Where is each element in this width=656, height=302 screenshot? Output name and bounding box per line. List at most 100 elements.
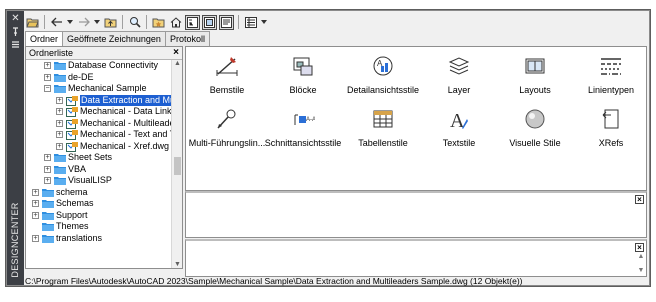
expand-icon[interactable]: + [56, 96, 63, 104]
tree-item[interactable]: + VBA [26, 164, 172, 176]
description-icon[interactable] [219, 14, 234, 30]
tree-item[interactable]: + VisualLISP [26, 175, 172, 187]
preview-icon[interactable] [202, 14, 217, 30]
content-item-label: XRefs [598, 138, 624, 148]
content-item-label: Detailansichtsstile [346, 85, 420, 95]
tree-item-label: VBA [68, 163, 87, 174]
expand-icon[interactable]: + [56, 142, 63, 150]
expand-icon[interactable]: + [32, 200, 39, 207]
tree-item-label: Mechanical - Multileader [80, 117, 172, 128]
content-item[interactable]: Linientypen [570, 54, 652, 110]
pin-icon[interactable] [10, 27, 21, 36]
scroll-up-icon[interactable]: ▲ [172, 60, 183, 67]
back-dropdown-icon[interactable] [66, 15, 74, 30]
tree-item[interactable]: + Mechanical - Multileader [26, 118, 172, 130]
detail-view-style-icon: A [371, 54, 395, 78]
folder-icon [42, 222, 54, 231]
expand-icon[interactable]: + [44, 177, 51, 184]
forward-dropdown-icon[interactable] [93, 15, 101, 30]
views-dropdown-icon[interactable] [260, 15, 268, 30]
content-item[interactable]: Multi-Führungslin... [186, 107, 268, 163]
expand-icon[interactable]: + [32, 211, 39, 219]
favorites-icon[interactable] [151, 15, 166, 30]
tree-item-label: Mechanical Sample [68, 83, 147, 93]
tab-ordner[interactable]: Ordner [25, 31, 64, 46]
tab-history[interactable]: Protokoll [164, 31, 210, 46]
blocks-icon [291, 54, 315, 78]
folder-icon [54, 165, 66, 174]
load-icon[interactable] [25, 15, 40, 30]
folder-icon [54, 84, 66, 93]
preview-panel: × [185, 191, 647, 238]
layers-icon [447, 54, 471, 78]
expand-icon[interactable]: + [44, 73, 51, 81]
tree-item[interactable]: + Mechanical - Data Links. [26, 106, 172, 118]
text-style-icon: A [447, 107, 471, 132]
scroll-thumb[interactable] [174, 157, 181, 175]
tree-item[interactable]: Themes [26, 221, 172, 233]
expand-icon[interactable]: + [56, 108, 63, 115]
content-item[interactable]: Tabellenstile [342, 107, 424, 163]
tree-item[interactable]: + de-DE [26, 72, 172, 84]
content-item-label: Blöcke [289, 85, 317, 95]
expand-icon[interactable]: + [44, 165, 51, 173]
expand-icon[interactable]: + [32, 234, 39, 242]
tree-item-label: Support [56, 209, 88, 220]
toolbar [25, 13, 647, 31]
tree-view-icon[interactable] [185, 14, 200, 30]
expand-icon[interactable]: + [56, 119, 63, 127]
forward-icon[interactable] [76, 15, 91, 30]
tree-item[interactable]: + Sheet Sets [26, 152, 172, 164]
folder-icon [42, 211, 54, 220]
content-item[interactable]: Layer [418, 54, 500, 110]
properties-icon[interactable] [10, 40, 21, 49]
content-item[interactable]: A-A Schnittansichtsstile [262, 107, 344, 163]
folder-tree[interactable]: + Database Connectivity + de-DE − Mechanical … [26, 60, 172, 268]
back-icon[interactable] [49, 15, 64, 30]
tree-item[interactable]: + Data Extraction and Mult [26, 94, 172, 107]
close-icon[interactable]: × [635, 195, 644, 204]
tree-item[interactable]: + Mechanical - Xref.dwg [26, 141, 172, 153]
tree-item-label: Mechanical - Data Links. [80, 106, 172, 116]
scroll-down-icon[interactable]: ▼ [172, 261, 183, 268]
up-icon[interactable] [103, 15, 118, 30]
content-item[interactable]: A Detailansichtsstile [342, 54, 424, 110]
folder-icon [54, 153, 66, 162]
collapse-icon[interactable]: − [44, 85, 51, 92]
home-icon[interactable] [168, 15, 183, 30]
tree-item[interactable]: + Database Connectivity [26, 60, 172, 72]
content-item[interactable]: XRefs [570, 107, 652, 163]
tree-item[interactable]: + Schemas [26, 198, 172, 210]
content-item[interactable]: Bemstile [186, 54, 268, 110]
content-item[interactable]: Visuelle Stile [494, 107, 576, 163]
tree-item[interactable]: − Mechanical Sample [26, 83, 172, 95]
expand-icon[interactable]: + [32, 188, 39, 196]
expand-icon[interactable]: + [56, 131, 63, 138]
expand-icon[interactable]: + [44, 62, 51, 69]
tree-item[interactable]: + Support [26, 210, 172, 222]
vertical-title-bar[interactable]: ✕ DESIGNCENTER [7, 11, 24, 285]
views-icon[interactable] [243, 15, 258, 30]
dwg-icon [66, 107, 78, 117]
tree-scrollbar[interactable]: ▲ ▼ [171, 60, 182, 268]
close-icon[interactable]: × [173, 47, 179, 59]
description-panel: × ▲ ▼ [185, 239, 647, 277]
visual-style-icon [523, 107, 547, 131]
content-item-label: Visuelle Stile [509, 138, 561, 148]
tree-item[interactable]: + translations [26, 233, 172, 245]
search-icon[interactable] [127, 15, 142, 30]
close-icon[interactable]: ✕ [10, 14, 21, 24]
description-scrollbar[interactable]: ▲ ▼ [636, 253, 646, 277]
linetypes-icon [599, 54, 623, 78]
content-item[interactable]: A Textstile [418, 107, 500, 163]
tab-open-drawings[interactable]: Geöffnete Zeichnungen [62, 31, 166, 46]
tree-item[interactable]: + schema [26, 187, 172, 199]
tab-bar: Ordner Geöffnete Zeichnungen Protokoll [25, 31, 210, 46]
content-item-label: Bemstile [209, 85, 245, 95]
close-icon[interactable]: × [635, 243, 644, 252]
tree-item-label: VisualLISP [68, 175, 112, 185]
content-item[interactable]: Layouts [494, 54, 576, 110]
expand-icon[interactable]: + [44, 154, 51, 161]
tree-item[interactable]: + Mechanical - Text and Ta [26, 129, 172, 141]
content-item[interactable]: Blöcke [262, 54, 344, 110]
